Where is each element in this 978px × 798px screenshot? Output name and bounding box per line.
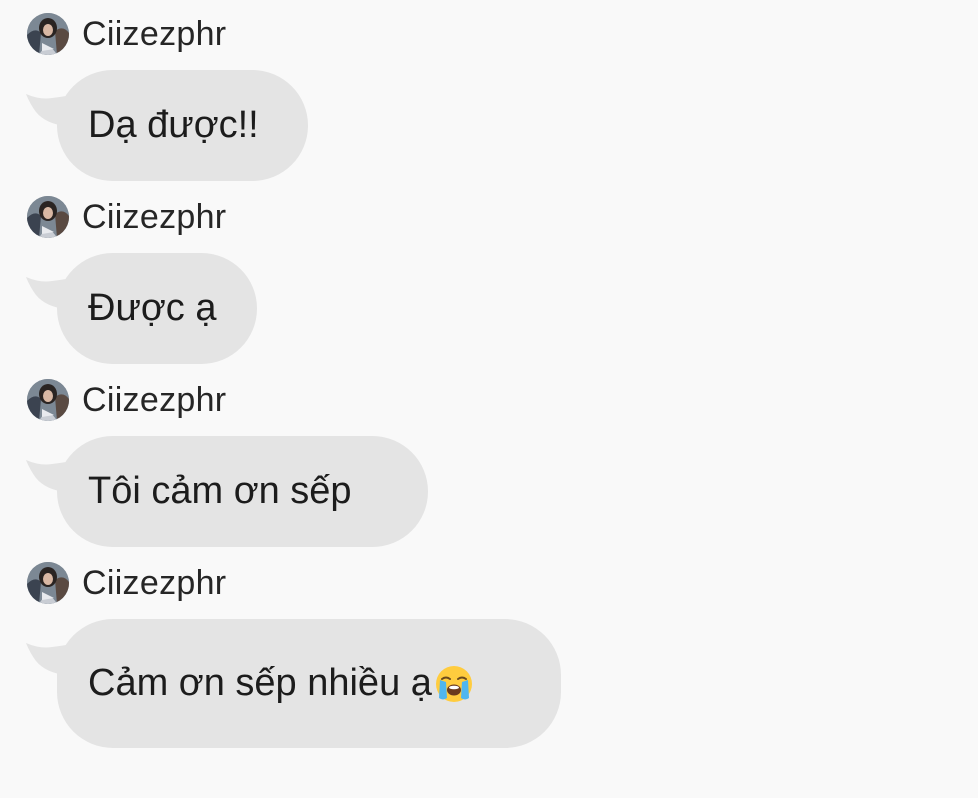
sender-name: Ciizezphr <box>82 198 227 236</box>
avatar[interactable] <box>27 196 69 238</box>
avatar[interactable] <box>27 379 69 421</box>
avatar[interactable] <box>27 13 69 55</box>
avatar[interactable] <box>27 562 69 604</box>
loudly-crying-face-icon <box>435 665 472 702</box>
sender-name: Ciizezphr <box>82 564 227 602</box>
avatar-image-icon <box>27 196 69 238</box>
sender-row: Ciizezphr <box>27 196 226 238</box>
message-bubble[interactable]: Được ạ <box>57 253 257 364</box>
sender-row: Ciizezphr <box>27 379 226 421</box>
message-bubble[interactable]: Tôi cảm ơn sếp <box>57 436 428 547</box>
avatar-image-icon <box>27 13 69 55</box>
message-text: Được ạ <box>88 287 217 329</box>
message-text: Cảm ơn sếp nhiều ạ <box>88 662 432 704</box>
sender-row: Ciizezphr <box>27 13 226 55</box>
avatar-image-icon <box>27 562 69 604</box>
sender-name: Ciizezphr <box>82 15 227 53</box>
message-text: Dạ được!! <box>88 104 259 146</box>
sender-row: Ciizezphr <box>27 562 226 604</box>
message-bubble[interactable]: Dạ được!! <box>57 70 308 181</box>
chat-thread: Ciizezphr Dạ được!! Ciizezphr Được ạ Cii… <box>0 0 978 798</box>
avatar-image-icon <box>27 379 69 421</box>
message-bubble[interactable]: Cảm ơn sếp nhiều ạ <box>57 619 561 748</box>
message-text: Tôi cảm ơn sếp <box>88 470 352 512</box>
sender-name: Ciizezphr <box>82 381 227 419</box>
